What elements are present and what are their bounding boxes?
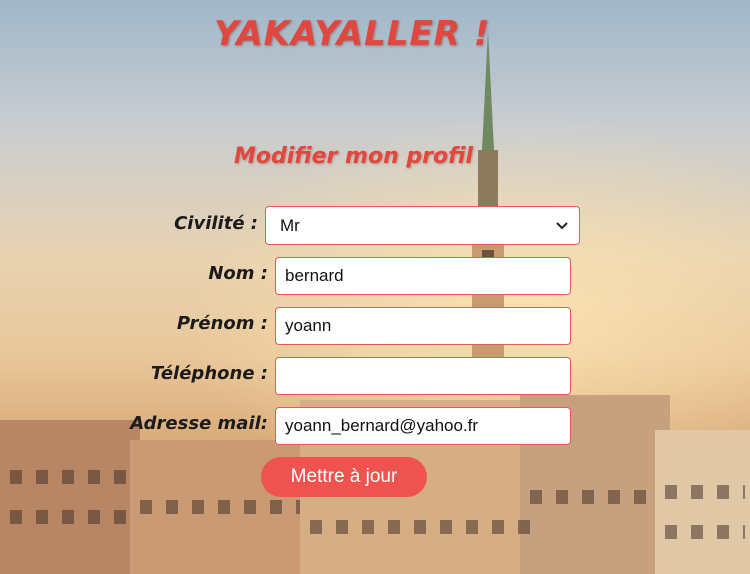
prenom-input[interactable]	[275, 307, 571, 345]
civilite-label: Civilité :	[174, 213, 258, 234]
windows-decoration	[665, 485, 745, 499]
civilite-select[interactable]: Mr	[265, 206, 580, 245]
chevron-down-icon	[555, 219, 569, 233]
windows-decoration	[310, 520, 530, 534]
nom-input[interactable]	[275, 257, 571, 295]
email-label: Adresse mail:	[130, 413, 268, 434]
prenom-label: Prénom :	[176, 313, 268, 334]
windows-decoration	[665, 525, 745, 539]
windows-decoration	[10, 510, 130, 524]
windows-decoration	[530, 490, 660, 504]
windows-decoration	[140, 500, 300, 514]
site-title: YAKAYALLER !	[214, 14, 491, 54]
update-button[interactable]: Mettre à jour	[261, 457, 427, 497]
nom-label: Nom :	[208, 263, 268, 284]
telephone-input[interactable]	[275, 357, 571, 395]
civilite-selected-value: Mr	[280, 215, 300, 235]
form-heading: Modifier mon profil	[234, 144, 473, 169]
windows-decoration	[10, 470, 130, 484]
email-input[interactable]	[275, 407, 571, 445]
building-image	[0, 420, 140, 574]
building-image	[655, 430, 750, 574]
telephone-label: Téléphone :	[150, 363, 268, 384]
